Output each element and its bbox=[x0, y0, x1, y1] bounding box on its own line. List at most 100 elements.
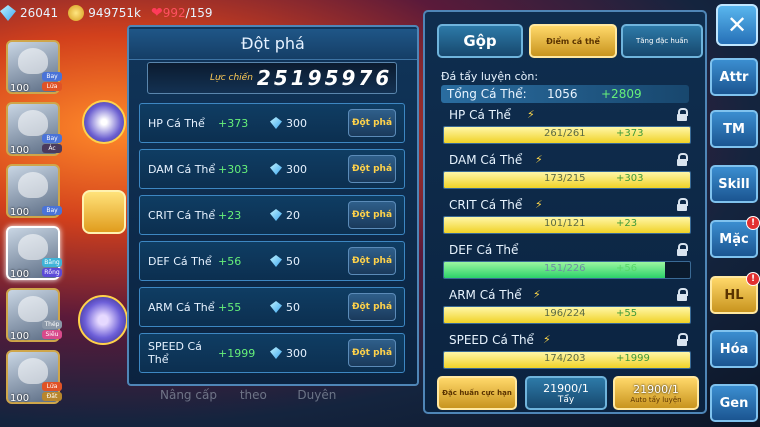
gem-counter: 26041 bbox=[0, 5, 58, 21]
pet-level: 100 bbox=[10, 269, 30, 280]
gem-cost: 300 bbox=[286, 116, 307, 130]
nav-mac-label: Mặc bbox=[719, 231, 749, 247]
nav-gen[interactable]: Gen bbox=[710, 384, 758, 422]
breakthrough-row: SPEED Cá Thể +1999 300 Đột phá bbox=[139, 333, 405, 373]
tab-bond[interactable]: Duyên bbox=[297, 388, 336, 402]
gem-icon bbox=[270, 301, 282, 313]
stat-value: 173/215 bbox=[544, 173, 586, 184]
nav-tm[interactable]: TM bbox=[710, 110, 758, 148]
breakthrough-button[interactable]: Đột phá bbox=[348, 155, 396, 183]
pet-level: 100 bbox=[10, 83, 30, 94]
stat-bonus: +1999 bbox=[616, 353, 650, 364]
combat-power-label: Lực chiến bbox=[210, 73, 253, 83]
stat-row-def: DEF Cá Thể 151/226 +56 bbox=[443, 243, 693, 283]
stat-bonus: +1999 bbox=[218, 346, 256, 360]
breakthrough-button[interactable]: Đột phá bbox=[348, 339, 396, 367]
breakthrough-panel: Đột phá Lực chiến 25195976 HP Cá Thể +37… bbox=[127, 25, 419, 386]
gold-coin-icon bbox=[68, 5, 85, 21]
nav-mac[interactable]: Mặc ! bbox=[710, 216, 760, 258]
stat-bonus: +373 bbox=[616, 128, 644, 139]
bolt-icon: ⚡ bbox=[543, 333, 551, 346]
type-tag: Rồng bbox=[42, 268, 62, 277]
breakthrough-button[interactable]: Đột phá bbox=[348, 109, 396, 137]
type-tag: Thép bbox=[42, 320, 62, 329]
lock-icon[interactable] bbox=[677, 288, 688, 301]
tab-special-training[interactable]: Tăng đặc huấn bbox=[621, 24, 703, 58]
pet-avatar-button[interactable] bbox=[82, 100, 126, 144]
team-slot-2[interactable]: 100 Bay Ác bbox=[6, 102, 62, 156]
auto-refine-button[interactable]: 21900/1 Auto tẩy luyện bbox=[613, 376, 699, 410]
stat-name: HP Cá Thể bbox=[449, 108, 511, 122]
stat-bonus: +55 bbox=[616, 308, 638, 319]
tab-merge[interactable]: Gộp bbox=[437, 24, 523, 58]
stat-bonus: +373 bbox=[218, 116, 249, 130]
close-button[interactable]: ✕ bbox=[716, 4, 758, 46]
stamina-counter: ❤ 992 /159 bbox=[151, 5, 213, 21]
pet-level: 100 bbox=[10, 145, 30, 156]
bottom-tabs: Nâng cấp theo Duyên bbox=[160, 388, 336, 402]
stat-bar: 173/215 +303 bbox=[443, 171, 691, 189]
team-slot-1[interactable]: 100 Bay Lửa bbox=[6, 40, 62, 94]
tab-individual-points[interactable]: Điểm cá thể bbox=[529, 24, 617, 58]
individual-stats-panel: Gộp Điểm cá thể Tăng đặc huấn Đá tẩy luy… bbox=[423, 10, 707, 414]
stat-value: 174/203 bbox=[544, 353, 586, 364]
total-label: Tổng Cá Thể: bbox=[447, 87, 527, 101]
gem-icon bbox=[270, 255, 282, 267]
close-icon: ✕ bbox=[726, 11, 748, 39]
stamina-max: /159 bbox=[185, 6, 213, 20]
stat-name: HP Cá Thể bbox=[148, 116, 205, 130]
lock-icon[interactable] bbox=[677, 243, 688, 256]
tab-follow[interactable]: theo bbox=[240, 388, 267, 402]
stat-bonus: +56 bbox=[218, 254, 242, 268]
stat-bonus: +55 bbox=[218, 300, 242, 314]
nav-hoa[interactable]: Hóa bbox=[710, 330, 758, 368]
stat-name: DEF Cá Thể bbox=[449, 243, 519, 257]
stat-row-dam: DAM Cá Thể ⚡ 173/215 +303 bbox=[443, 153, 693, 193]
lock-icon[interactable] bbox=[677, 198, 688, 211]
nav-hl-label: HL bbox=[724, 287, 744, 303]
stat-bonus: +23 bbox=[218, 208, 242, 222]
gem-icon bbox=[270, 209, 282, 221]
stat-value: 261/261 bbox=[544, 128, 586, 139]
team-slot-5[interactable]: 100 Thép Siêu bbox=[6, 288, 62, 342]
nav-skill[interactable]: Skill bbox=[710, 165, 758, 203]
lock-icon[interactable] bbox=[677, 153, 688, 166]
refine-label: Tẩy bbox=[557, 394, 575, 405]
tab-upgrade[interactable]: Nâng cấp bbox=[160, 388, 217, 402]
stat-row-arm: ARM Cá Thể ⚡ 196/224 +55 bbox=[443, 288, 693, 328]
bolt-icon: ⚡ bbox=[535, 153, 543, 166]
gem-amount: 26041 bbox=[20, 6, 59, 20]
stat-bar: 196/224 +55 bbox=[443, 306, 691, 324]
panel-title: Đột phá bbox=[129, 29, 417, 60]
stat-row-hp: HP Cá Thể ⚡ 261/261 +373 bbox=[443, 108, 693, 148]
type-tag: Bay bbox=[42, 134, 62, 143]
stat-bonus: +56 bbox=[616, 263, 638, 274]
stat-value: 196/224 bbox=[544, 308, 586, 319]
type-tag: Siêu bbox=[42, 330, 62, 339]
auto-refine-label: Auto tẩy luyện bbox=[630, 395, 682, 404]
nav-hl[interactable]: HL ! bbox=[710, 272, 760, 314]
nav-attr[interactable]: Attr bbox=[710, 58, 758, 96]
breakthrough-button[interactable]: Đột phá bbox=[348, 293, 396, 321]
notification-badge: ! bbox=[746, 216, 760, 230]
team-slot-6[interactable]: 100 Lửa Đất bbox=[6, 350, 62, 404]
stat-bar: 151/226 +56 bbox=[443, 261, 691, 279]
refine-button[interactable]: 21900/1 Tẩy bbox=[525, 376, 607, 410]
team-slot-3[interactable]: 100 Bay bbox=[6, 164, 62, 218]
bolt-icon: ⚡ bbox=[533, 288, 541, 301]
gear-menu-icon[interactable] bbox=[78, 295, 128, 345]
ultimate-training-button[interactable]: Đặc huấn cực hạn bbox=[437, 376, 517, 410]
lock-icon[interactable] bbox=[677, 108, 688, 121]
stat-row-speed: SPEED Cá Thể ⚡ 174/203 +1999 bbox=[443, 333, 693, 373]
lock-icon[interactable] bbox=[677, 333, 688, 346]
bag-icon[interactable] bbox=[82, 190, 126, 234]
gem-icon bbox=[270, 163, 282, 175]
breakthrough-row: ARM Cá Thể +55 50 Đột phá bbox=[139, 287, 405, 327]
gem-cost: 300 bbox=[286, 162, 307, 176]
pet-portrait bbox=[18, 234, 48, 260]
breakthrough-row: DAM Cá Thể +303 300 Đột phá bbox=[139, 149, 405, 189]
team-slot-4[interactable]: 100 Băng Rồng bbox=[6, 226, 62, 280]
breakthrough-button[interactable]: Đột phá bbox=[348, 247, 396, 275]
breakthrough-button[interactable]: Đột phá bbox=[348, 201, 396, 229]
pet-level: 100 bbox=[10, 393, 30, 404]
